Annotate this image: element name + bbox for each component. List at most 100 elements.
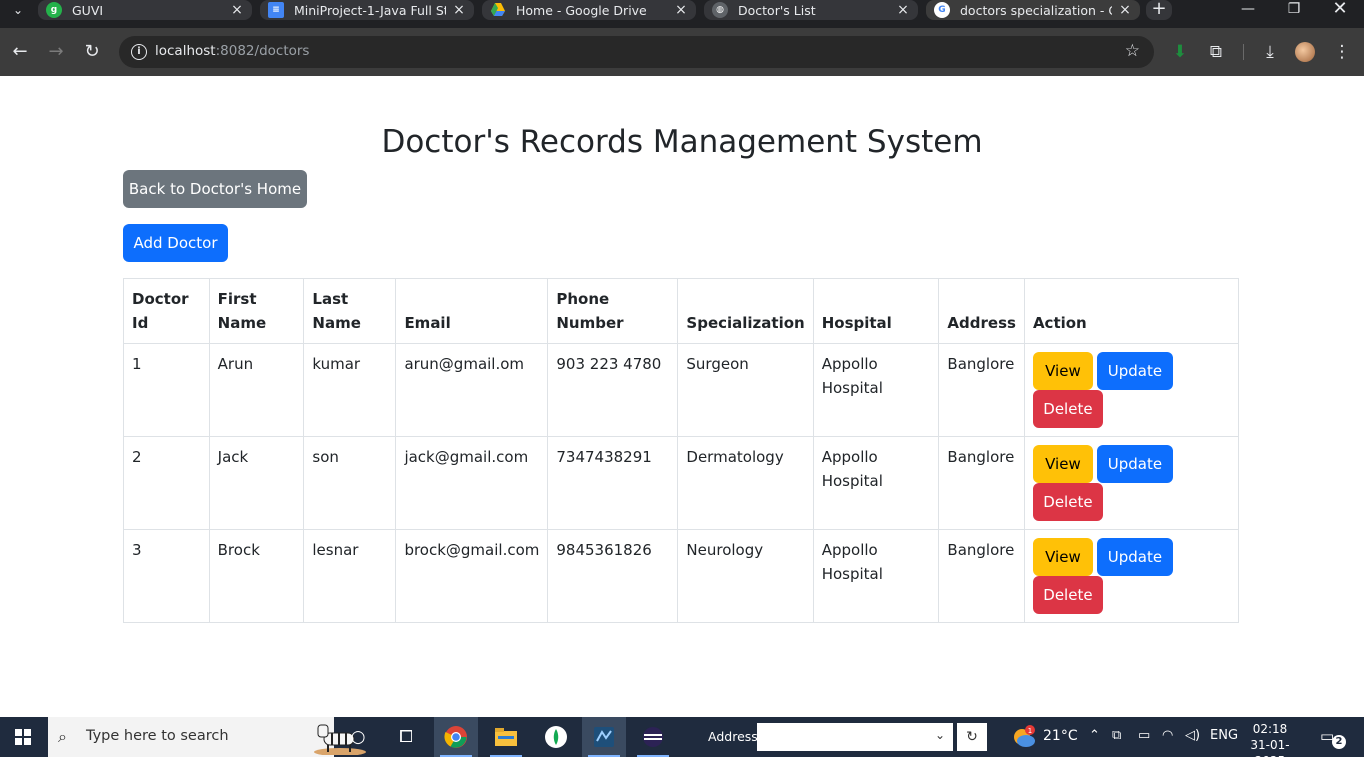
back-arrow-icon[interactable]: ← bbox=[8, 40, 32, 64]
close-icon[interactable]: × bbox=[230, 2, 244, 18]
close-icon[interactable]: × bbox=[1118, 2, 1132, 18]
update-button[interactable]: Update bbox=[1096, 352, 1173, 390]
file-explorer-icon[interactable] bbox=[484, 717, 528, 757]
delete-button[interactable]: Delete bbox=[1032, 483, 1103, 521]
google-drive-icon bbox=[490, 2, 506, 18]
tab-miniproject[interactable]: ≡ MiniProject-1-Java Full Stack × bbox=[260, 0, 474, 20]
mongodb-icon[interactable] bbox=[534, 717, 578, 757]
header-address: Address bbox=[938, 278, 1025, 344]
tab-title: Home - Google Drive bbox=[516, 2, 647, 18]
cell-hospital: Appollo Hospital bbox=[812, 343, 940, 437]
tab-doctors-list[interactable]: ◍ Doctor's List × bbox=[704, 0, 918, 20]
reload-icon[interactable]: ↻ bbox=[80, 40, 104, 64]
more-menu-icon[interactable]: ⋮ bbox=[1330, 40, 1354, 64]
restore-icon[interactable]: ❐ bbox=[1274, 0, 1314, 20]
view-button[interactable]: View bbox=[1032, 352, 1093, 390]
cell-phone: 7347438291 bbox=[547, 436, 679, 530]
cell-last-name: lesnar bbox=[303, 529, 397, 623]
search-placeholder: Type here to search bbox=[86, 728, 229, 744]
tab-title: MiniProject-1-Java Full Stack bbox=[294, 2, 446, 18]
google-icon: G bbox=[934, 2, 950, 18]
update-button[interactable]: Update bbox=[1096, 538, 1173, 576]
bookmark-star-icon[interactable]: ☆ bbox=[1125, 41, 1140, 61]
back-to-doctors-home-button[interactable]: Back to Doctor's Home bbox=[123, 170, 307, 208]
delete-button[interactable]: Delete bbox=[1032, 390, 1103, 428]
header-phone-number: Phone Number bbox=[547, 278, 679, 344]
view-button[interactable]: View bbox=[1032, 538, 1093, 576]
notification-count: 2 bbox=[1332, 735, 1346, 749]
chevron-down-icon[interactable]: ⌄ bbox=[935, 728, 945, 742]
cell-first-name: Jack bbox=[208, 436, 305, 530]
download-extension-icon[interactable]: ⬇ bbox=[1168, 40, 1192, 64]
guvi-icon: g bbox=[46, 2, 62, 18]
task-view-icon[interactable]: ⧠ bbox=[384, 717, 428, 757]
extensions-puzzle-icon[interactable]: ⧉ bbox=[1204, 40, 1228, 64]
view-button[interactable]: View bbox=[1032, 445, 1093, 483]
cell-last-name: son bbox=[303, 436, 397, 530]
address-bar[interactable]: i localhost:8082/doctors ☆ bbox=[119, 36, 1154, 68]
minimize-icon[interactable]: — bbox=[1228, 0, 1268, 20]
cell-address: Banglore bbox=[938, 436, 1025, 530]
cell-first-name: Brock bbox=[208, 529, 305, 623]
cell-specialization: Surgeon bbox=[677, 343, 814, 437]
language-indicator[interactable]: ENG bbox=[1210, 728, 1238, 743]
address-toolbar-label: Address bbox=[708, 729, 758, 744]
taskbar-clock[interactable]: 02:18 31-01-2025 bbox=[1242, 721, 1298, 757]
close-icon[interactable]: × bbox=[674, 2, 688, 18]
chrome-taskbar-icon[interactable] bbox=[434, 717, 478, 757]
cell-specialization: Neurology bbox=[677, 529, 814, 623]
start-button[interactable] bbox=[0, 717, 46, 757]
tab-google-drive[interactable]: Home - Google Drive × bbox=[482, 0, 696, 20]
site-info-icon[interactable]: i bbox=[131, 44, 147, 60]
header-email: Email bbox=[395, 278, 549, 344]
cell-specialization: Dermatology bbox=[677, 436, 814, 530]
cell-doctor-id: 1 bbox=[123, 343, 210, 437]
wifi-icon[interactable]: ◠ bbox=[1162, 728, 1173, 743]
weather-icon[interactable]: 1 bbox=[1012, 725, 1036, 749]
header-doctor-id: Doctor Id bbox=[123, 278, 210, 344]
header-last-name: Last Name bbox=[303, 278, 397, 344]
update-button[interactable]: Update bbox=[1096, 445, 1173, 483]
volume-icon[interactable]: ◁) bbox=[1185, 728, 1200, 743]
notification-center-icon[interactable]: ▭ 2 bbox=[1320, 727, 1346, 749]
cell-actions: View Update Delete bbox=[1023, 529, 1240, 623]
header-first-name: First Name bbox=[208, 278, 305, 344]
eclipse-icon[interactable] bbox=[631, 717, 675, 757]
page-title: Doctor's Records Management System bbox=[381, 124, 983, 160]
address-toolbar-input[interactable]: ⌄ bbox=[757, 723, 953, 751]
taskbar-search-box[interactable]: ⌕ Type here to search bbox=[48, 717, 366, 757]
add-doctor-button[interactable]: Add Doctor bbox=[123, 224, 228, 262]
mysql-workbench-icon[interactable] bbox=[582, 717, 626, 757]
header-specialization: Specialization bbox=[677, 278, 814, 344]
close-icon[interactable]: × bbox=[896, 2, 910, 18]
tab-search-chevron-icon[interactable]: ⌄ bbox=[8, 0, 28, 20]
url-path: :8082/doctors bbox=[215, 43, 310, 59]
delete-button[interactable]: Delete bbox=[1032, 576, 1103, 614]
tab-doctors-specialization[interactable]: G doctors specialization - Goo × bbox=[926, 0, 1140, 20]
cell-email: jack@gmail.com bbox=[395, 436, 549, 530]
forward-arrow-icon[interactable]: → bbox=[44, 40, 68, 64]
close-icon[interactable]: × bbox=[452, 2, 466, 18]
cell-doctor-id: 3 bbox=[123, 529, 210, 623]
windows-taskbar: ⌕ Type here to search ○ ⧠ Address ⌄ ↻ 1 … bbox=[0, 717, 1364, 757]
table-row: 3 Brock lesnar brock@gmail.com 984536182… bbox=[123, 529, 1240, 623]
cortana-icon[interactable]: ○ bbox=[336, 717, 380, 757]
downloads-icon[interactable]: ⤓ bbox=[1258, 40, 1282, 64]
address-go-icon[interactable]: ↻ bbox=[957, 723, 987, 751]
new-tab-button[interactable]: + bbox=[1146, 0, 1172, 20]
cell-doctor-id: 2 bbox=[123, 436, 210, 530]
tab-guvi[interactable]: g GUVI × bbox=[38, 0, 252, 20]
cell-actions: View Update Delete bbox=[1023, 436, 1240, 530]
clock-time: 02:18 bbox=[1252, 722, 1288, 736]
meet-now-icon[interactable]: ⧉ bbox=[1112, 728, 1121, 743]
battery-icon[interactable]: ▭ bbox=[1138, 728, 1150, 743]
show-hidden-icons-icon[interactable]: ⌃ bbox=[1089, 728, 1100, 743]
browser-toolbar: ← → ↻ i localhost:8082/doctors ☆ ⬇ ⧉ ⤓ ⋮ bbox=[0, 28, 1364, 76]
tab-title: GUVI bbox=[72, 2, 104, 18]
url-text[interactable]: localhost:8082/doctors bbox=[155, 43, 309, 59]
window-close-icon[interactable]: ✕ bbox=[1320, 0, 1360, 20]
tab-title: doctors specialization - Goo bbox=[960, 2, 1112, 18]
google-docs-icon: ≡ bbox=[268, 2, 284, 18]
profile-avatar[interactable] bbox=[1295, 42, 1315, 62]
globe-icon: ◍ bbox=[712, 2, 728, 18]
